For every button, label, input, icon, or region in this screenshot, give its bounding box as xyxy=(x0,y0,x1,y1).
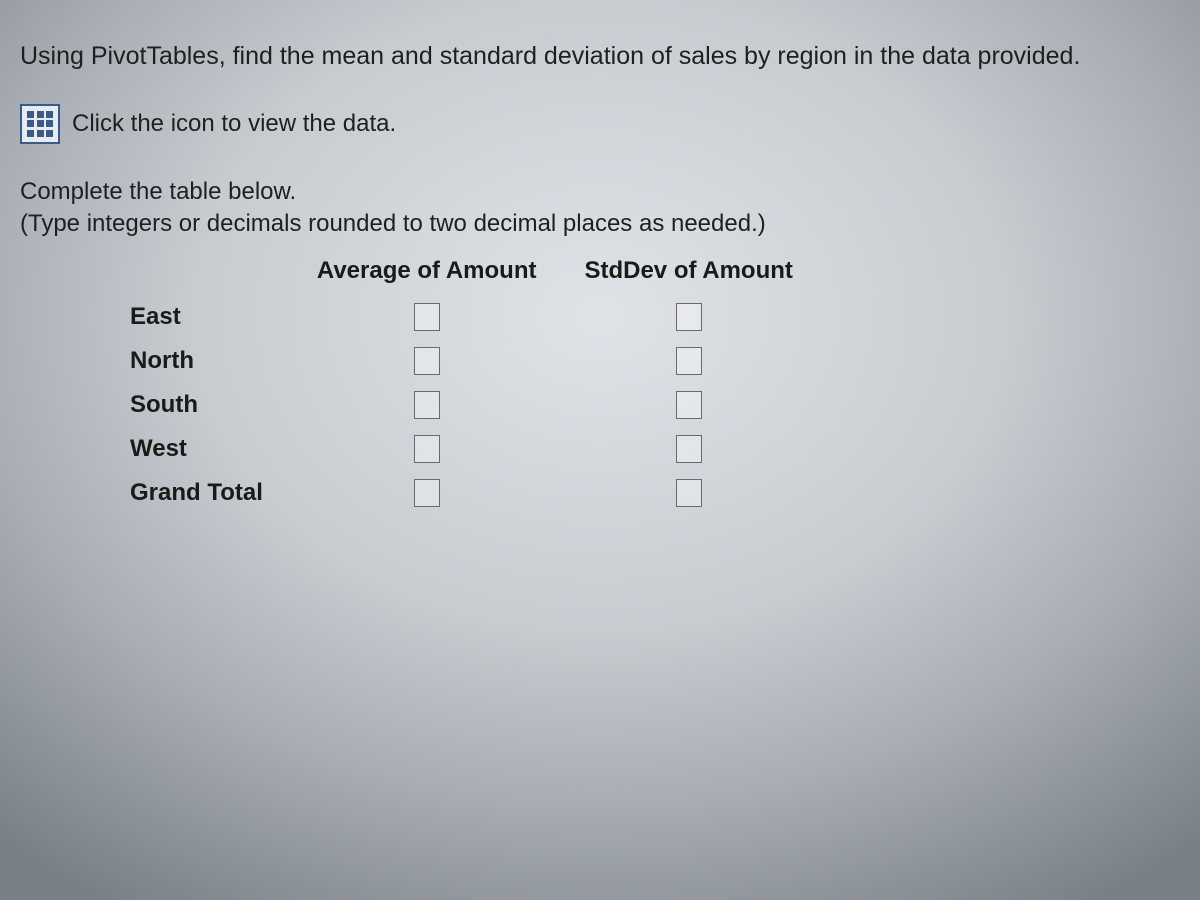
table-row: West xyxy=(100,427,817,471)
view-data-row: Click the icon to view the data. xyxy=(20,104,1180,144)
row-label-grand-total: Grand Total xyxy=(100,471,293,515)
table-row: East xyxy=(100,295,817,339)
west-stddev-input[interactable] xyxy=(676,435,702,463)
header-stddev: StdDev of Amount xyxy=(560,251,816,295)
table-row: South xyxy=(100,383,817,427)
row-label-north: North xyxy=(100,339,293,383)
grandtotal-average-input[interactable] xyxy=(414,479,440,507)
instructions: Complete the table below. (Type integers… xyxy=(20,176,1180,241)
row-label-east: East xyxy=(100,295,293,339)
view-data-link[interactable]: Click the icon to view the data. xyxy=(72,110,396,138)
east-average-input[interactable] xyxy=(414,303,440,331)
answer-table: Average of Amount StdDev of Amount East … xyxy=(100,251,817,515)
table-row: North xyxy=(100,339,817,383)
north-average-input[interactable] xyxy=(414,347,440,375)
south-average-input[interactable] xyxy=(414,391,440,419)
north-stddev-input[interactable] xyxy=(676,347,702,375)
grandtotal-stddev-input[interactable] xyxy=(676,479,702,507)
east-stddev-input[interactable] xyxy=(676,303,702,331)
question-page: Using PivotTables, find the mean and sta… xyxy=(0,0,1200,515)
instructions-line2: (Type integers or decimals rounded to tw… xyxy=(20,210,766,237)
view-data-icon[interactable] xyxy=(20,104,60,144)
row-label-south: South xyxy=(100,383,293,427)
question-prompt: Using PivotTables, find the mean and sta… xyxy=(20,40,1180,74)
south-stddev-input[interactable] xyxy=(676,391,702,419)
header-row: Average of Amount StdDev of Amount xyxy=(100,251,817,295)
table-row: Grand Total xyxy=(100,471,817,515)
header-average: Average of Amount xyxy=(293,251,561,295)
instructions-line1: Complete the table below. xyxy=(20,178,296,205)
west-average-input[interactable] xyxy=(414,435,440,463)
row-label-west: West xyxy=(100,427,293,471)
